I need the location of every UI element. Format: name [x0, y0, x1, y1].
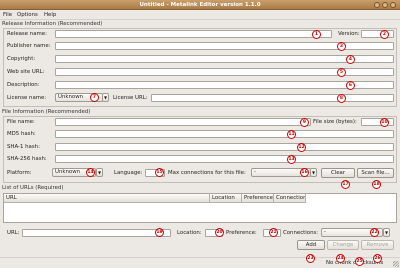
license-name-label: License name:: [7, 95, 47, 101]
description-label: Description:: [7, 82, 40, 88]
location-label: Location:: [177, 230, 202, 236]
website-label: Web site URL:: [7, 69, 45, 75]
maxconn-value: -: [254, 169, 256, 175]
badge-8: 8: [337, 94, 346, 103]
license-name-value: Unknown: [58, 94, 84, 100]
version-input[interactable]: [361, 30, 394, 38]
add-button[interactable]: Add: [297, 240, 325, 250]
license-url-label: License URL:: [113, 95, 148, 101]
copyright-input[interactable]: [55, 55, 394, 63]
resize-grip[interactable]: [393, 261, 399, 267]
version-label: Version:: [338, 31, 360, 37]
menu-file[interactable]: File: [3, 11, 12, 19]
badge-3: 3: [337, 42, 346, 51]
release-name-input[interactable]: [55, 30, 332, 38]
badge-26: 26: [373, 254, 382, 263]
column-location[interactable]: Location: [210, 194, 242, 203]
sha256-label: SHA-256 hash:: [7, 156, 47, 162]
change-button[interactable]: Change: [327, 240, 359, 250]
scan-file-button[interactable]: Scan file...: [357, 168, 394, 178]
minimize-button[interactable]: [374, 2, 380, 8]
badge-1: 1: [312, 30, 321, 39]
badge-22: 22: [370, 228, 379, 237]
badge-16: 16: [300, 168, 309, 177]
chevron-down-icon[interactable]: ▼: [102, 93, 109, 102]
maxconn-label: Max connections for this file:: [168, 170, 246, 176]
preference-label: Preference:: [226, 230, 257, 236]
badge-21: 21: [269, 228, 278, 237]
clear-button[interactable]: Clear: [321, 168, 355, 178]
publisher-label: Publisher name:: [7, 43, 51, 49]
connections-label: Connections:: [283, 230, 319, 236]
badge-23: 23: [306, 254, 315, 263]
url-input[interactable]: [22, 229, 171, 237]
badge-10: 10: [380, 118, 389, 127]
file-name-label: File name:: [7, 119, 35, 125]
sha1-label: SHA-1 hash:: [7, 144, 40, 150]
badge-20: 20: [215, 228, 224, 237]
platform-value: Unknown: [55, 169, 81, 175]
file-size-input[interactable]: [361, 118, 394, 126]
file-size-label: File size (bytes):: [313, 119, 357, 125]
sha256-input[interactable]: [55, 155, 394, 163]
badge-25: 25: [355, 257, 364, 266]
language-label: Language:: [114, 170, 143, 176]
badge-14: 14: [86, 168, 95, 177]
column-url[interactable]: URL: [4, 194, 210, 203]
md5-label: MD5 hash:: [7, 131, 36, 137]
sha1-input[interactable]: [55, 143, 394, 151]
badge-12: 12: [297, 143, 306, 152]
window-title: Untitled - Metalink Editor version 1.1.0: [139, 2, 261, 8]
chevron-down-icon[interactable]: ▼: [96, 168, 103, 177]
file-section-title: File Information (Recommended): [2, 109, 91, 115]
menu-options[interactable]: Options: [17, 11, 38, 19]
chevron-down-icon[interactable]: ▼: [310, 168, 317, 177]
column-connections[interactable]: Connections: [274, 194, 306, 203]
badge-24: 24: [336, 254, 345, 263]
badge-11: 11: [287, 130, 296, 139]
maximize-button[interactable]: [382, 2, 388, 8]
add-button-label: Add: [305, 242, 317, 248]
md5-input[interactable]: [55, 130, 394, 138]
urls-section-title: List of URLs (Required): [2, 185, 64, 191]
badge-13: 13: [287, 155, 296, 164]
release-section-title: Release Information (Recommended): [2, 21, 103, 27]
close-button[interactable]: [390, 2, 396, 8]
chevron-down-icon[interactable]: ▼: [383, 228, 390, 237]
badge-7: 7: [90, 93, 99, 102]
badge-4: 4: [346, 55, 355, 64]
clear-button-label: Clear: [330, 170, 346, 176]
file-name-input[interactable]: [55, 118, 311, 126]
copyright-label: Copyright:: [7, 56, 36, 62]
platform-label: Platform:: [7, 170, 32, 176]
badge-15: 15: [155, 168, 164, 177]
badge-6: 6: [346, 81, 355, 90]
menu-bar: File Options Help: [0, 10, 400, 20]
badge-9: 9: [300, 118, 309, 127]
title-bar: Untitled - Metalink Editor version 1.1.0: [0, 0, 400, 10]
remove-button[interactable]: Remove: [361, 240, 394, 250]
url-table[interactable]: URL Location Preference Connections: [3, 193, 397, 223]
menu-help[interactable]: Help: [44, 11, 56, 19]
badge-5: 5: [337, 68, 346, 77]
scan-file-button-label: Scan file...: [361, 170, 390, 176]
url-label: URL:: [7, 230, 20, 236]
badge-2: 2: [380, 30, 389, 39]
badge-19: 19: [155, 228, 164, 237]
connections-value: -: [324, 229, 326, 235]
column-preference[interactable]: Preference: [242, 194, 274, 203]
remove-button-label: Remove: [366, 242, 389, 248]
description-input[interactable]: [55, 81, 394, 89]
release-name-label: Release name:: [7, 31, 47, 37]
license-url-input[interactable]: [151, 94, 394, 102]
change-button-label: Change: [332, 242, 354, 248]
